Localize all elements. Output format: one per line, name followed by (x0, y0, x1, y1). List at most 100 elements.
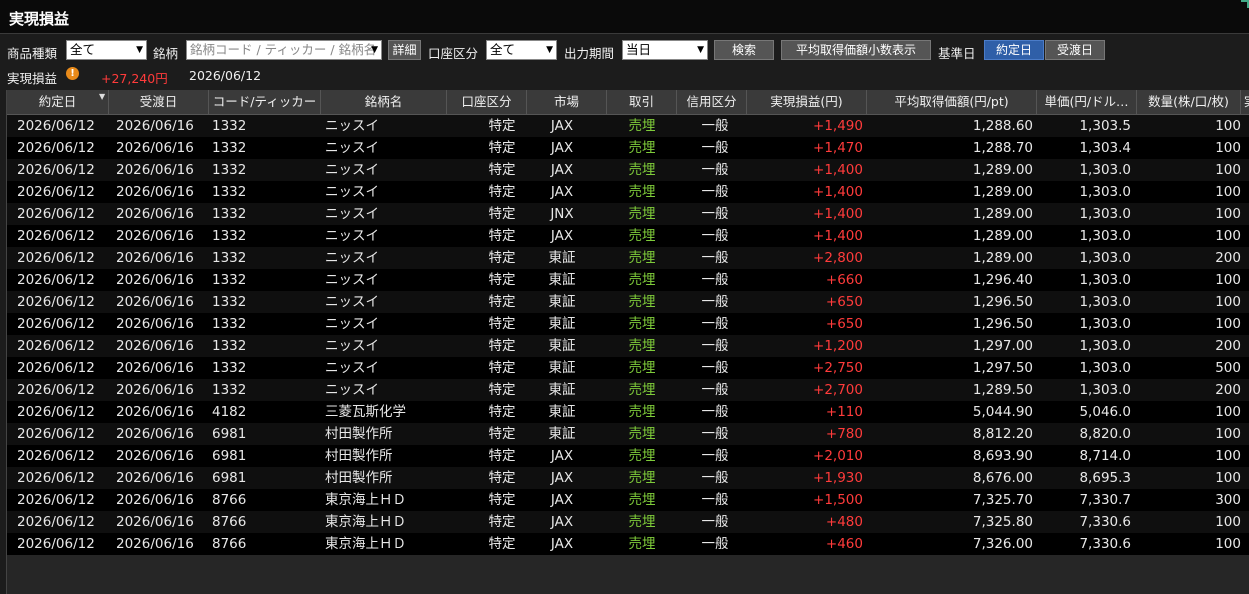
table-row[interactable]: 2026/06/12 2026/06/16 1332 ニッスイ 特定 東証 売埋 一般 +2,7… (7, 357, 1249, 379)
table-row[interactable]: 2026/06/12 2026/06/16 1332 ニッスイ 特定 東証 売埋 一般 +650… (7, 313, 1249, 335)
table-row[interactable]: 2026/06/12 2026/06/16 6981 村田製作所 特定 JAX 売埋 一般 +2… (7, 445, 1249, 467)
table-row[interactable]: 2026/06/12 2026/06/16 8766 東京海上ＨＤ 特定 JAX 売埋 一般 +… (7, 533, 1249, 555)
table-row[interactable]: 2026/06/12 2026/06/16 1332 ニッスイ 特定 JAX 売埋 一般 +1,… (7, 137, 1249, 159)
col-header-quantity[interactable]: 数量(株/口/枚) (1137, 90, 1241, 114)
code-cell: 1332 (212, 206, 247, 222)
unit-price-cell: 8,695.3 (1079, 470, 1131, 486)
delivery-date-cell: 2026/06/16 (116, 184, 194, 200)
avg-price-cell: 1,296.50 (972, 316, 1033, 332)
table-row[interactable]: 2026/06/12 2026/06/16 1332 ニッスイ 特定 JAX 売埋 一般 +1,… (7, 181, 1249, 203)
table-row[interactable]: 2026/06/12 2026/06/16 4182 三菱瓦斯化学 特定 東証 売埋 一般 +1… (7, 401, 1249, 423)
table-row[interactable]: 2026/06/12 2026/06/16 1332 ニッスイ 特定 JAX 売埋 一般 +1,… (7, 115, 1249, 137)
table-row[interactable]: 2026/06/12 2026/06/16 1332 ニッスイ 特定 東証 売埋 一般 +650… (7, 291, 1249, 313)
trade-date-cell: 2026/06/12 (17, 426, 95, 442)
trade-date-cell: 2026/06/12 (17, 140, 95, 156)
table-row[interactable]: 2026/06/12 2026/06/16 1332 ニッスイ 特定 東証 売埋 一般 +2,7… (7, 379, 1249, 401)
table-row[interactable]: 2026/06/12 2026/06/16 1332 ニッスイ 特定 JAX 売埋 一般 +1,… (7, 159, 1249, 181)
table-row[interactable]: 2026/06/12 2026/06/16 1332 ニッスイ 特定 東証 売埋 一般 +1,2… (7, 335, 1249, 357)
unit-price-cell: 1,303.0 (1079, 338, 1131, 354)
col-header-avg-price[interactable]: 平均取得価額(円/pt) (867, 90, 1037, 114)
trade-date-cell: 2026/06/12 (17, 360, 95, 376)
market-cell: 東証 (548, 294, 576, 310)
col-header-trade[interactable]: 取引 (607, 90, 677, 114)
col-header-name[interactable]: 銘柄名 (321, 90, 447, 114)
col-header-credit[interactable]: 信用区分 (677, 90, 747, 114)
account-type-label: 口座区分 (428, 46, 479, 61)
realized-pl-cell: +2,010 (813, 448, 863, 464)
market-cell: 東証 (548, 316, 576, 332)
realized-pl-cell: +1,490 (813, 118, 863, 134)
col-header-unit-price[interactable]: 単価(円/ドル… (1037, 90, 1137, 114)
realized-pl-cell: +460 (825, 536, 863, 552)
col-header-market[interactable]: 市場 (527, 90, 607, 114)
trade-date-cell: 2026/06/12 (17, 404, 95, 420)
col-header-realized-pl[interactable]: 実現損益(円) (747, 90, 867, 114)
table-row[interactable]: 2026/06/12 2026/06/16 1332 ニッスイ 特定 JAX 売埋 一般 +1,… (7, 225, 1249, 247)
col-header-extra[interactable]: 実 (1241, 90, 1249, 114)
unit-price-cell: 1,303.0 (1079, 382, 1131, 398)
table-row[interactable]: 2026/06/12 2026/06/16 6981 村田製作所 特定 JAX 売埋 一般 +1… (7, 467, 1249, 489)
delivery-date-cell: 2026/06/16 (116, 492, 194, 508)
avg-decimal-button[interactable]: 平均取得価額小数表示 (781, 40, 931, 60)
name-cell: 東京海上ＨＤ (325, 492, 406, 508)
unit-price-cell: 1,303.5 (1079, 118, 1131, 134)
product-type-label: 商品種類 (7, 46, 58, 61)
symbol-input[interactable]: 銘柄コード / ティッカー / 銘柄名 ▼ (186, 40, 382, 60)
chevron-down-icon: ▼ (546, 45, 553, 55)
trade-date-cell: 2026/06/12 (17, 118, 95, 134)
col-header-account[interactable]: 口座区分 (447, 90, 527, 114)
realized-pl-cell: +1,400 (813, 162, 863, 178)
name-cell: ニッスイ (325, 250, 379, 266)
detail-button[interactable]: 詳細 (388, 40, 421, 60)
search-button[interactable]: 検索 (714, 40, 774, 60)
trade-date-button[interactable]: 約定日 (984, 40, 1044, 60)
quantity-cell: 200 (1215, 382, 1241, 398)
table-row[interactable]: 2026/06/12 2026/06/16 8766 東京海上ＨＤ 特定 JAX 売埋 一般 +… (7, 511, 1249, 533)
trade-date-cell: 2026/06/12 (17, 470, 95, 486)
realized-pl-label: 実現損益 (7, 71, 58, 86)
name-cell: ニッスイ (325, 162, 379, 178)
name-cell: ニッスイ (325, 118, 379, 134)
table-row[interactable]: 2026/06/12 2026/06/16 1332 ニッスイ 特定 東証 売埋 一般 +660… (7, 269, 1249, 291)
avg-price-cell: 7,326.00 (972, 536, 1033, 552)
table-row[interactable]: 2026/06/12 2026/06/16 1332 ニッスイ 特定 東証 売埋 一般 +2,8… (7, 247, 1249, 269)
avg-price-cell: 8,812.20 (972, 426, 1033, 442)
filter-toolbar: 商品種類 全て ▼ 銘柄 銘柄コード / ティッカー / 銘柄名 ▼ 詳細 口座… (0, 36, 1249, 64)
symbol-placeholder: 銘柄コード / ティッカー / 銘柄名 (190, 42, 377, 57)
avg-price-cell: 7,325.80 (972, 514, 1033, 530)
avg-price-cell: 1,289.00 (972, 184, 1033, 200)
market-cell: JAX (550, 118, 574, 134)
col-header-delivery-date[interactable]: 受渡日 (109, 90, 209, 114)
col-header-trade-date[interactable]: 約定日 (7, 90, 109, 114)
delivery-date-button[interactable]: 受渡日 (1045, 40, 1105, 60)
quantity-cell: 100 (1215, 162, 1241, 178)
unit-price-cell: 1,303.0 (1079, 228, 1131, 244)
table-row[interactable]: 2026/06/12 2026/06/16 6981 村田製作所 特定 東証 売埋 一般 +78… (7, 423, 1249, 445)
avg-price-cell: 1,289.00 (972, 206, 1033, 222)
realized-pl-cell: +2,750 (813, 360, 863, 376)
market-cell: 東証 (548, 338, 576, 354)
avg-price-cell: 1,289.00 (972, 250, 1033, 266)
code-cell: 1332 (212, 316, 247, 332)
code-cell: 1332 (212, 140, 247, 156)
name-cell: 村田製作所 (325, 448, 393, 464)
period-select[interactable]: 当日 ▼ (622, 40, 708, 60)
table-row[interactable]: 2026/06/12 2026/06/16 1332 ニッスイ 特定 JNX 売埋 一般 +1,… (7, 203, 1249, 225)
delivery-date-cell: 2026/06/16 (116, 206, 194, 222)
account-type-select[interactable]: 全て ▼ (486, 40, 557, 60)
quantity-cell: 500 (1215, 360, 1241, 376)
name-cell: 村田製作所 (325, 426, 393, 442)
sort-desc-icon: ▼ (99, 92, 106, 101)
product-type-select[interactable]: 全て ▼ (66, 40, 147, 60)
unit-price-cell: 8,714.0 (1079, 448, 1131, 464)
unit-price-cell: 1,303.0 (1079, 316, 1131, 332)
warning-icon[interactable]: ! (66, 67, 79, 80)
market-cell: JAX (550, 448, 574, 464)
chevron-down-icon: ▼ (136, 45, 143, 55)
name-cell: ニッスイ (325, 184, 379, 200)
quantity-cell: 100 (1215, 316, 1241, 332)
col-header-code[interactable]: コード/ティッカー (209, 90, 321, 114)
delivery-date-cell: 2026/06/16 (116, 228, 194, 244)
delivery-date-cell: 2026/06/16 (116, 250, 194, 266)
table-row[interactable]: 2026/06/12 2026/06/16 8766 東京海上ＨＤ 特定 JAX 売埋 一般 +… (7, 489, 1249, 511)
